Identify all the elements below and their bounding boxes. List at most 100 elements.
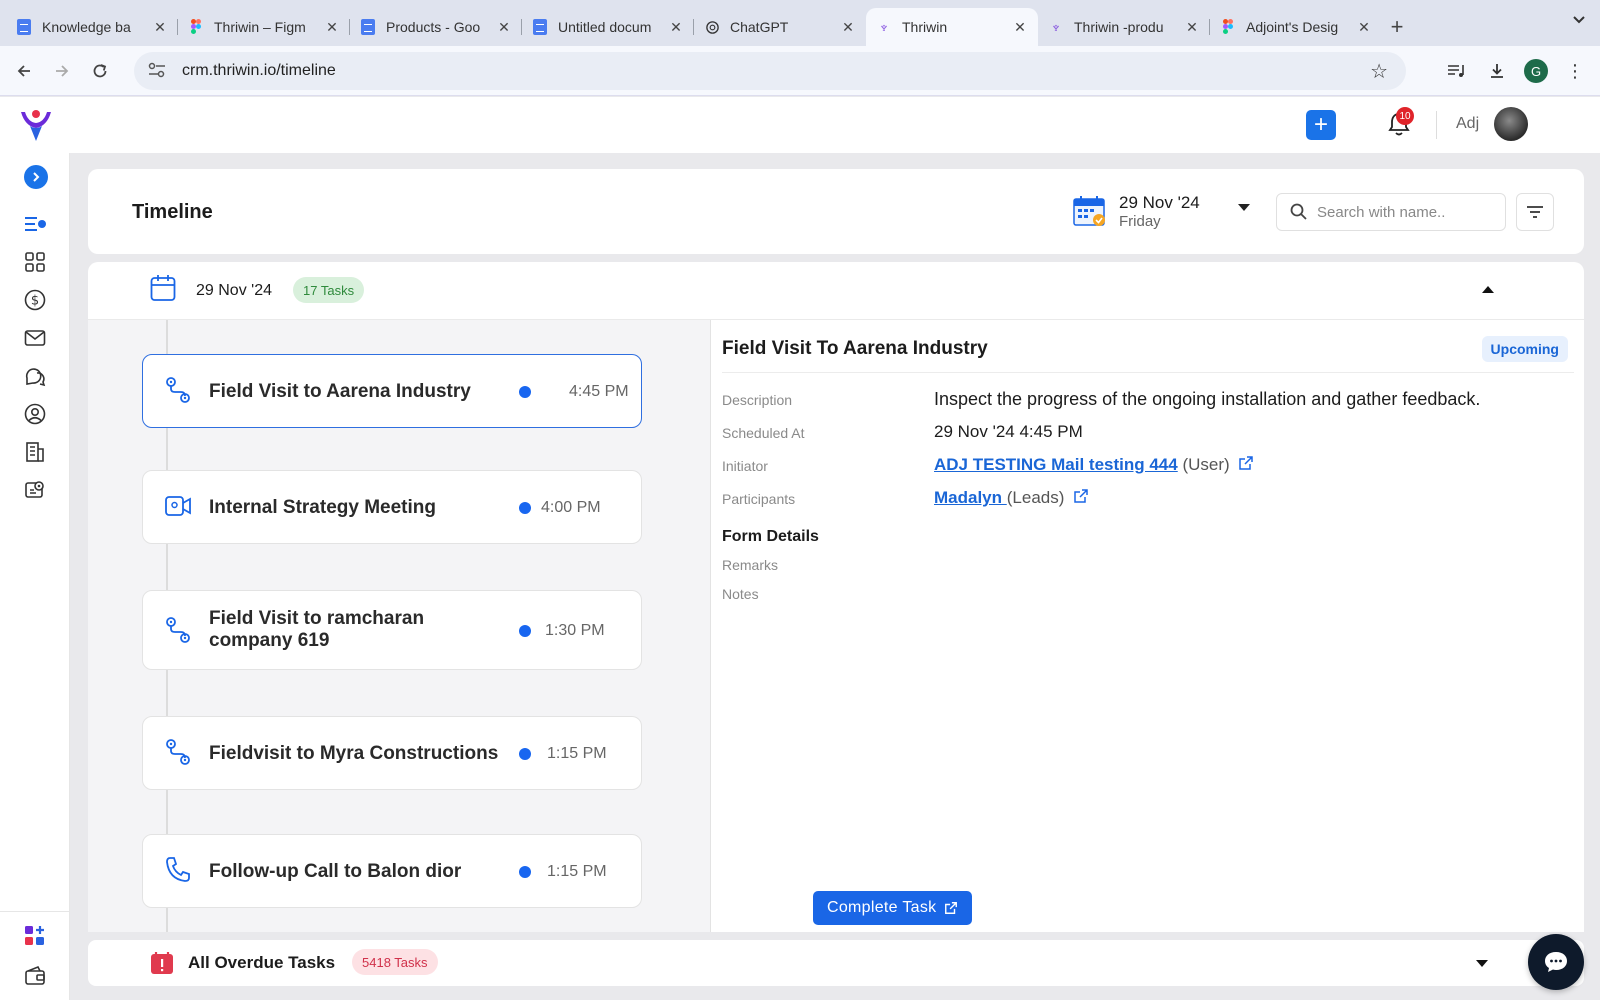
close-icon[interactable]: ✕ [496, 19, 512, 36]
close-icon[interactable]: ✕ [1184, 19, 1200, 36]
download-icon[interactable] [1484, 56, 1510, 86]
scheduled-at-label: Scheduled At [722, 425, 805, 441]
close-icon[interactable]: ✕ [1012, 19, 1028, 36]
timeline-date: 29 Nov '24 [196, 282, 272, 299]
support-chat-button[interactable] [1528, 934, 1584, 990]
bookmark-star-icon[interactable]: ☆ [1370, 59, 1388, 84]
video-meeting-icon [165, 496, 191, 516]
browser-tab[interactable]: Adjoint's Desig ✕ [1210, 8, 1382, 46]
task-name: Field Visit to ramcharan company 619 [209, 608, 425, 651]
close-icon[interactable]: ✕ [1356, 19, 1372, 36]
close-icon[interactable]: ✕ [840, 19, 856, 36]
participant-link[interactable]: Madalyn [934, 488, 1007, 507]
overdue-count-badge: 5418 Tasks [352, 949, 438, 975]
media-controls-icon[interactable] [1444, 56, 1470, 86]
google-docs-icon [360, 19, 376, 35]
task-card[interactable]: Field Visit to Aarena Industry 4:45 PM [142, 354, 642, 428]
add-new-button[interactable]: + [1306, 110, 1336, 140]
thriwin-logo[interactable] [17, 106, 55, 144]
svg-text:$: $ [31, 294, 39, 309]
browser-tab[interactable]: Products - Goo ✕ [350, 8, 522, 46]
date-picker[interactable]: 29 Nov '24 Friday [1073, 191, 1263, 235]
sidebar-item-dashboard[interactable] [22, 249, 48, 275]
notes-label: Notes [722, 586, 759, 602]
filter-icon [1527, 206, 1543, 218]
building-icon [26, 442, 44, 462]
tab-title: Products - Goo [386, 19, 481, 35]
new-tab-button[interactable]: + [1382, 8, 1412, 46]
browser-tab[interactable]: Thriwin – Figm ✕ [178, 8, 350, 46]
browser-tab[interactable]: ChatGPT ✕ [694, 8, 866, 46]
browser-profile-avatar[interactable]: G [1524, 59, 1548, 83]
task-card[interactable]: Fieldvisit to Myra Constructions 1:15 PM [142, 716, 642, 790]
page-title: Timeline [132, 201, 213, 223]
overdue-calendar-icon [151, 952, 173, 974]
site-settings-icon[interactable] [148, 62, 168, 81]
sidebar-item-apps[interactable] [22, 923, 48, 949]
chatgpt-icon [704, 19, 720, 35]
tab-title: Adjoint's Desig [1246, 19, 1339, 35]
initiator-link[interactable]: ADJ TESTING Mail testing 444 [934, 455, 1178, 474]
calendar-icon [150, 275, 176, 301]
tab-search-chevron-icon[interactable] [1572, 12, 1586, 28]
search-input[interactable] [1317, 203, 1487, 221]
timeline-day-header[interactable]: 29 Nov '24 17 Tasks [88, 262, 1584, 320]
google-docs-icon [16, 19, 32, 35]
sidebar-item-timeline[interactable] [22, 211, 48, 237]
task-list: Field Visit to Aarena Industry 4:45 PM I… [88, 320, 711, 932]
browser-tab[interactable]: Untitled docum ✕ [522, 8, 694, 46]
browser-tab[interactable]: Knowledge ba ✕ [6, 8, 178, 46]
browser-tab[interactable]: ♆ Thriwin -produ ✕ [1038, 8, 1210, 46]
complete-task-button[interactable]: Complete Task [813, 891, 973, 925]
sidebar-item-wallet[interactable] [22, 963, 48, 989]
sidebar-expand-button[interactable] [24, 165, 48, 189]
search-icon [1290, 203, 1307, 220]
close-icon[interactable]: ✕ [668, 19, 684, 36]
initiator-label: Initiator [722, 458, 768, 474]
forward-arrow-icon[interactable] [44, 53, 80, 89]
participant-type: (Leads) [1006, 488, 1065, 507]
calendar-check-icon [1073, 196, 1105, 226]
browser-tab-active[interactable]: ♆ Thriwin ✕ [866, 8, 1038, 46]
more-vertical-icon[interactable]: ⋮ [1562, 56, 1588, 86]
browser-tab-strip: Knowledge ba ✕ Thriwin – Figm ✕ Products… [0, 0, 1600, 46]
complete-task-label: Complete Task [827, 899, 937, 916]
sidebar-item-settings[interactable] [22, 477, 48, 503]
task-card[interactable]: Follow-up Call to Balon dior 1:15 PM [142, 834, 642, 908]
overdue-tasks-section[interactable]: All Overdue Tasks 5418 Tasks [88, 940, 1584, 986]
close-icon[interactable]: ✕ [324, 19, 340, 36]
notification-count-badge: 10 [1396, 107, 1414, 125]
divider [1436, 111, 1437, 139]
back-arrow-icon[interactable] [6, 53, 42, 89]
divider [0, 911, 70, 912]
sidebar-item-deals[interactable]: $ [22, 287, 48, 313]
tab-title: ChatGPT [730, 19, 789, 35]
chevron-down-icon[interactable] [1238, 204, 1250, 211]
task-card[interactable]: Field Visit to ramcharan company 619 1:3… [142, 590, 642, 670]
field-visit-icon [166, 377, 190, 403]
grid-icon [25, 252, 45, 272]
avatar[interactable] [1494, 107, 1528, 141]
chevron-up-icon[interactable] [1482, 286, 1494, 293]
external-link-icon[interactable] [1073, 488, 1089, 504]
close-icon[interactable]: ✕ [152, 19, 168, 36]
sidebar-item-mail[interactable] [22, 325, 48, 351]
phone-icon [166, 857, 190, 882]
address-bar[interactable]: crm.thriwin.io/timeline ☆ [134, 52, 1406, 90]
user-name[interactable]: Adj [1456, 115, 1479, 133]
task-card[interactable]: Internal Strategy Meeting 4:00 PM [142, 470, 642, 544]
sidebar-item-companies[interactable] [22, 439, 48, 465]
field-visit-icon [166, 617, 190, 643]
participants-value: Madalyn (Leads) [934, 488, 1089, 508]
initiator-type: (User) [1182, 455, 1230, 474]
field-visit-icon [166, 739, 190, 765]
external-link-icon[interactable] [1238, 455, 1254, 471]
sidebar: $ [0, 153, 70, 1000]
sidebar-item-contacts[interactable] [22, 401, 48, 427]
status-dot [519, 625, 531, 637]
wallet-icon [25, 965, 45, 985]
reload-icon[interactable] [82, 53, 118, 89]
chevron-down-icon[interactable] [1476, 960, 1488, 967]
filter-button[interactable] [1516, 193, 1554, 231]
sidebar-item-chat[interactable] [22, 363, 48, 389]
